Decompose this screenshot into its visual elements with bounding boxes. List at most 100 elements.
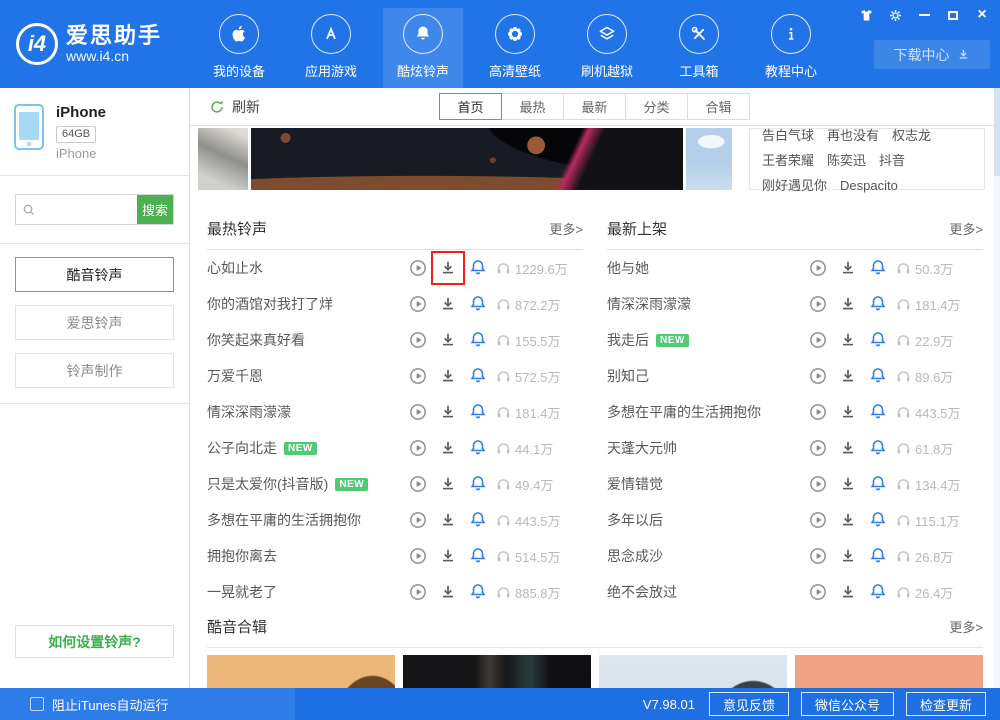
hot-tag[interactable]: 权志龙 <box>892 123 931 148</box>
check-update-button[interactable]: 检查更新 <box>906 692 986 716</box>
sidebar-item-i4-ringtones[interactable]: 爱思铃声 <box>15 305 174 340</box>
search-input[interactable] <box>42 195 137 224</box>
tab-hottest[interactable]: 最热 <box>501 93 564 120</box>
settings-gear-button[interactable] <box>887 7 903 23</box>
set-ringtone-button[interactable] <box>863 577 893 607</box>
nav-apps-games[interactable]: 应用游戏 <box>291 8 371 88</box>
download-button[interactable] <box>433 577 463 607</box>
play-button[interactable] <box>403 505 433 535</box>
download-button[interactable] <box>833 469 863 499</box>
nav-ringtones[interactable]: 酷炫铃声 <box>383 8 463 88</box>
play-button[interactable] <box>803 469 833 499</box>
set-ringtone-button[interactable] <box>863 289 893 319</box>
banner-slide-next[interactable] <box>686 128 732 190</box>
tab-categories[interactable]: 分类 <box>625 93 688 120</box>
tab-newest[interactable]: 最新 <box>563 93 626 120</box>
feedback-button[interactable]: 意见反馈 <box>709 692 789 716</box>
set-ringtone-button[interactable] <box>463 577 493 607</box>
set-ringtone-button[interactable] <box>463 505 493 535</box>
set-ringtone-button[interactable] <box>463 433 493 463</box>
play-button[interactable] <box>403 325 433 355</box>
set-ringtone-button[interactable] <box>463 541 493 571</box>
play-button[interactable] <box>403 541 433 571</box>
nav-tutorials[interactable]: 教程中心 <box>751 8 831 88</box>
download-button[interactable] <box>433 505 463 535</box>
banner-slide-current[interactable] <box>251 128 683 190</box>
set-ringtone-button[interactable] <box>463 361 493 391</box>
play-button[interactable] <box>803 325 833 355</box>
set-ringtone-button[interactable] <box>863 505 893 535</box>
album-cover[interactable] <box>403 655 591 688</box>
album-cover[interactable]: 好歌 <box>207 655 395 688</box>
download-button[interactable] <box>833 325 863 355</box>
maximize-button[interactable] <box>945 7 961 23</box>
download-button[interactable] <box>433 433 463 463</box>
play-button[interactable] <box>803 289 833 319</box>
play-button[interactable] <box>803 505 833 535</box>
hot-tag[interactable]: 王者荣耀 <box>762 148 814 173</box>
download-button[interactable] <box>433 469 463 499</box>
play-button[interactable] <box>403 253 433 283</box>
play-button[interactable] <box>803 397 833 427</box>
download-button[interactable] <box>833 541 863 571</box>
download-button[interactable] <box>433 289 463 319</box>
play-button[interactable] <box>403 433 433 463</box>
download-button[interactable] <box>433 325 463 355</box>
close-button[interactable]: × <box>974 7 990 23</box>
set-ringtone-button[interactable] <box>863 361 893 391</box>
set-ringtone-button[interactable] <box>863 325 893 355</box>
more-link[interactable]: 更多> <box>549 219 583 238</box>
nav-wallpapers[interactable]: 高清壁纸 <box>475 8 555 88</box>
hot-tag[interactable]: 告白气球 <box>762 123 814 148</box>
download-button-annotated[interactable] <box>433 253 463 283</box>
hot-tag[interactable]: 陈奕迅 <box>827 148 866 173</box>
play-button[interactable] <box>803 433 833 463</box>
download-button[interactable] <box>833 253 863 283</box>
set-ringtone-button[interactable] <box>463 253 493 283</box>
refresh-button[interactable]: 刷新 <box>208 88 260 125</box>
play-button[interactable] <box>403 397 433 427</box>
set-ringtone-button[interactable] <box>863 397 893 427</box>
hot-tag[interactable]: 刚好遇见你 <box>762 173 827 198</box>
play-button[interactable] <box>803 577 833 607</box>
hot-tag[interactable]: Despacito <box>840 173 898 198</box>
sidebar-item-ringtone-maker[interactable]: 铃声制作 <box>15 353 174 388</box>
album-cover[interactable]: 合辑 <box>795 655 983 688</box>
play-button[interactable] <box>403 361 433 391</box>
hot-tag[interactable]: 抖音 <box>879 148 905 173</box>
download-button[interactable] <box>833 433 863 463</box>
download-button[interactable] <box>833 289 863 319</box>
download-button[interactable] <box>433 397 463 427</box>
block-itunes-checkbox[interactable] <box>30 697 44 711</box>
set-ringtone-button[interactable] <box>863 433 893 463</box>
wechat-official-button[interactable]: 微信公众号 <box>801 692 894 716</box>
minimize-button[interactable] <box>916 7 932 23</box>
banner-slide-prev[interactable] <box>198 128 248 190</box>
play-button[interactable] <box>403 577 433 607</box>
search-button[interactable]: 搜索 <box>137 195 173 224</box>
more-link[interactable]: 更多> <box>949 617 983 636</box>
set-ringtone-button[interactable] <box>463 397 493 427</box>
set-ringtone-button[interactable] <box>463 289 493 319</box>
scrollbar-thumb[interactable] <box>994 88 1000 176</box>
download-center-button[interactable]: 下载中心 <box>874 40 990 69</box>
hot-tag[interactable]: 再也没有 <box>827 123 879 148</box>
more-link[interactable]: 更多> <box>949 219 983 238</box>
nav-my-devices[interactable]: 我的设备 <box>199 8 279 88</box>
how-to-set-ringtone-button[interactable]: 如何设置铃声? <box>15 625 174 658</box>
tab-home[interactable]: 首页 <box>439 93 502 120</box>
sidebar-item-kuyin-ringtones[interactable]: 酷音铃声 <box>15 257 174 292</box>
play-button[interactable] <box>403 469 433 499</box>
download-button[interactable] <box>433 361 463 391</box>
play-button[interactable] <box>803 361 833 391</box>
play-button[interactable] <box>403 289 433 319</box>
theme-skin-button[interactable] <box>858 7 874 23</box>
set-ringtone-button[interactable] <box>463 325 493 355</box>
album-cover[interactable]: 我的天 <box>599 655 787 688</box>
play-button[interactable] <box>803 253 833 283</box>
download-button[interactable] <box>833 361 863 391</box>
download-button[interactable] <box>433 541 463 571</box>
set-ringtone-button[interactable] <box>863 541 893 571</box>
play-button[interactable] <box>803 541 833 571</box>
set-ringtone-button[interactable] <box>863 469 893 499</box>
